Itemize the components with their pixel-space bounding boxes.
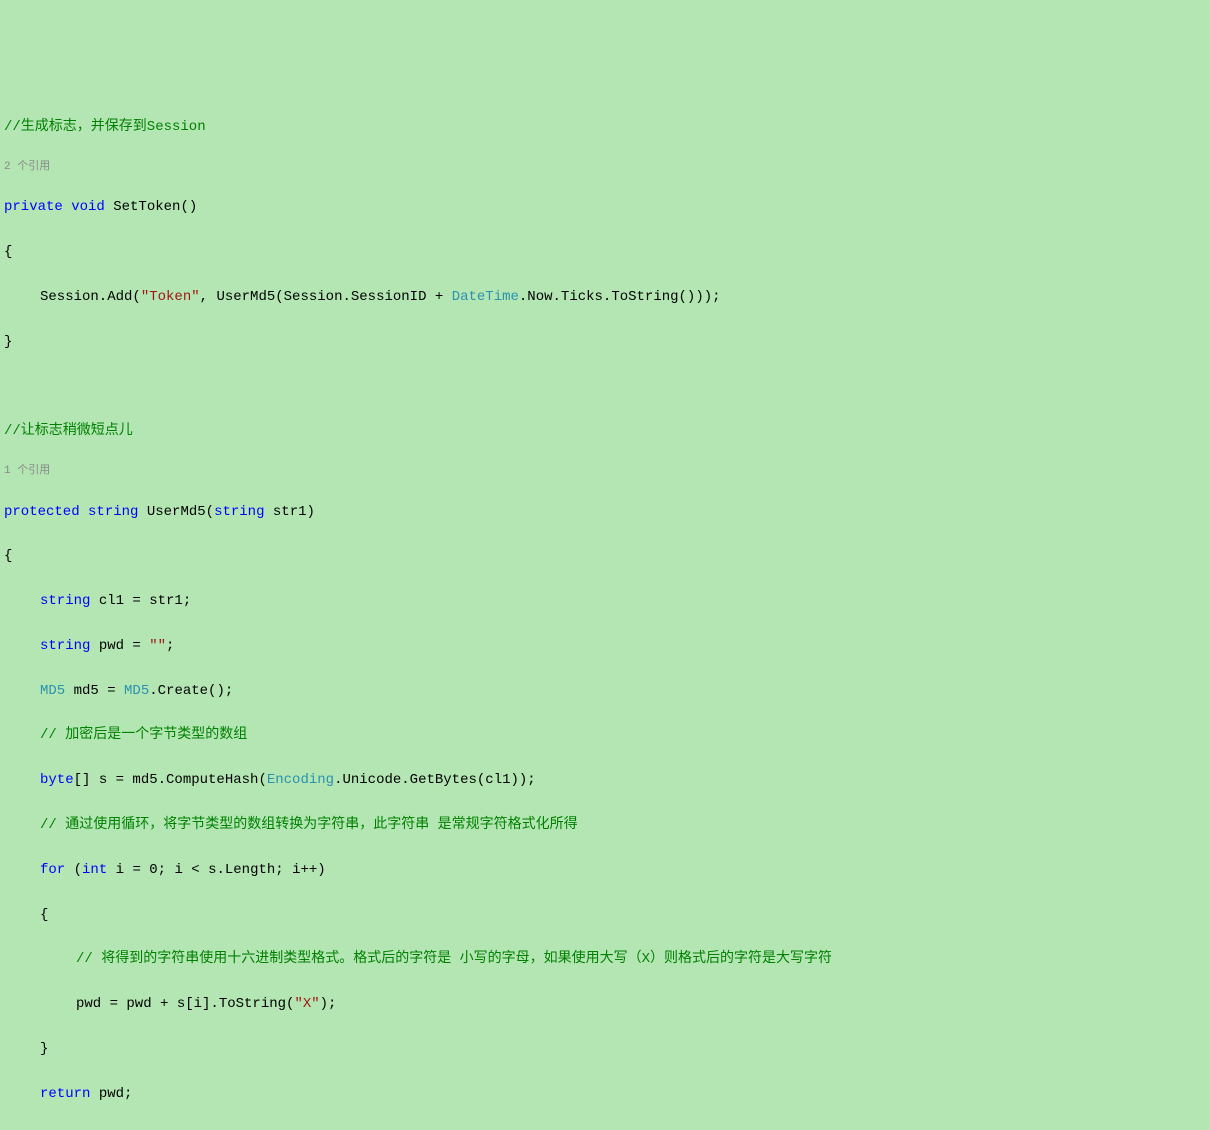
keyword-string: string — [88, 504, 138, 520]
code-statement: string cl1 = str1; — [4, 590, 1205, 612]
brace-open: { — [4, 904, 1205, 926]
keyword-void: void — [71, 199, 105, 215]
param-name: str1) — [265, 504, 315, 520]
code-line: // 加密后是一个字节类型的数组 — [4, 724, 1205, 746]
code-text: cl1 = str1; — [90, 593, 191, 609]
comment-text: // 加密后是一个字节类型的数组 — [40, 727, 247, 743]
code-text: .Unicode.GetBytes(cl1)); — [334, 772, 536, 788]
brace-close: } — [4, 331, 1205, 353]
blank-line — [4, 375, 1205, 397]
comment-text: //让标志稍微短点儿 — [4, 423, 133, 439]
code-text: Session.Add( — [40, 289, 141, 305]
comment-text: // 将得到的字符串使用十六进制类型格式。格式后的字符是 小写的字母，如果使用大… — [76, 951, 832, 967]
keyword-string: string — [40, 593, 90, 609]
string-literal: "Token" — [141, 289, 200, 305]
code-text: , UserMd5(Session.SessionID + — [200, 289, 452, 305]
code-text: md5 = — [65, 683, 124, 699]
code-editor: //生成标志，并保存到Session 2 个引用 private void Se… — [4, 94, 1205, 1130]
comment-text: //生成标志，并保存到Session — [4, 119, 206, 135]
type-name: DateTime — [452, 289, 519, 305]
code-text: pwd = pwd + s[i].ToString( — [76, 996, 294, 1012]
keyword-byte: byte — [40, 772, 74, 788]
type-name: MD5 — [124, 683, 149, 699]
code-line: //让标志稍微短点儿 — [4, 420, 1205, 442]
code-statement: MD5 md5 = MD5.Create(); — [4, 680, 1205, 702]
brace-close: } — [4, 1038, 1205, 1060]
code-text: pwd = — [90, 638, 149, 654]
code-statement: pwd = pwd + s[i].ToString("X"); — [4, 993, 1205, 1015]
code-statement: byte[] s = md5.ComputeHash(Encoding.Unic… — [4, 769, 1205, 791]
keyword-string: string — [214, 504, 264, 520]
code-text: i = 0; i < s.Length; i++) — [107, 862, 325, 878]
keyword-for: for — [40, 862, 65, 878]
code-statement: string pwd = ""; — [4, 635, 1205, 657]
code-statement: return pwd; — [4, 1083, 1205, 1105]
method-signature: private void SetToken() — [4, 196, 1205, 218]
code-statement: Session.Add("Token", UserMd5(Session.Ses… — [4, 286, 1205, 308]
keyword-string: string — [40, 638, 90, 654]
keyword-private: private — [4, 199, 63, 215]
string-literal: "X" — [294, 996, 319, 1012]
code-text: .Now.Ticks.ToString())); — [519, 289, 721, 305]
method-name: UserMd5( — [138, 504, 214, 520]
keyword-int: int — [82, 862, 107, 878]
reference-count[interactable]: 2 个引用 — [4, 161, 1205, 174]
code-text: ; — [166, 638, 174, 654]
code-text: ); — [320, 996, 337, 1012]
code-line: // 通过使用循环，将字节类型的数组转换为字符串，此字符串 是常规字符格式化所得 — [4, 814, 1205, 836]
type-name: Encoding — [267, 772, 334, 788]
code-statement: for (int i = 0; i < s.Length; i++) — [4, 859, 1205, 881]
code-line: // 将得到的字符串使用十六进制类型格式。格式后的字符是 小写的字母，如果使用大… — [4, 948, 1205, 970]
code-line: //生成标志，并保存到Session — [4, 116, 1205, 138]
type-name: MD5 — [40, 683, 65, 699]
code-text: .Create(); — [149, 683, 233, 699]
method-name: SetToken() — [105, 199, 197, 215]
code-text: [] s = md5.ComputeHash( — [74, 772, 267, 788]
code-text: pwd; — [90, 1086, 132, 1102]
method-signature: protected string UserMd5(string str1) — [4, 501, 1205, 523]
keyword-protected: protected — [4, 504, 80, 520]
brace-close: } — [4, 1128, 1205, 1130]
code-text: ( — [65, 862, 82, 878]
comment-text: // 通过使用循环，将字节类型的数组转换为字符串，此字符串 是常规字符格式化所得 — [40, 817, 578, 833]
brace-open: { — [4, 241, 1205, 263]
reference-count[interactable]: 1 个引用 — [4, 465, 1205, 478]
keyword-return: return — [40, 1086, 90, 1102]
string-literal: "" — [149, 638, 166, 654]
brace-open: { — [4, 545, 1205, 567]
